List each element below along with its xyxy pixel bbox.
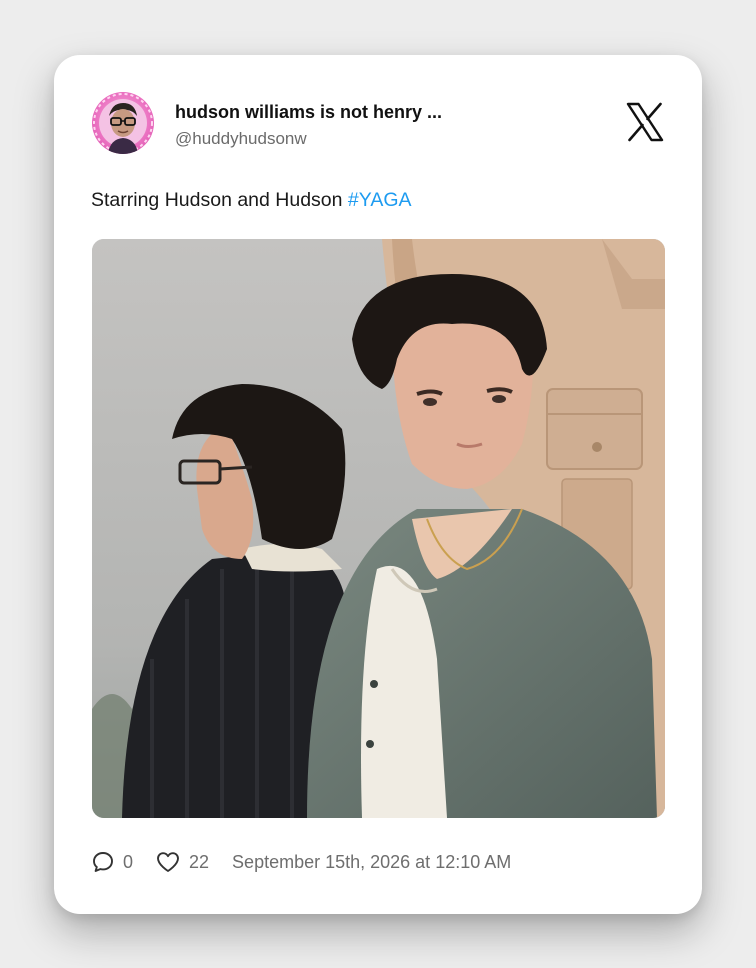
author-name[interactable]: hudson williams is not henry ... (175, 102, 442, 123)
avatar[interactable] (92, 92, 154, 154)
like-count: 22 (189, 851, 210, 872)
tweet-footer: 0 22 September 15th, 2026 at 12:10 AM (91, 850, 511, 874)
like-stat[interactable]: 22 (155, 850, 209, 874)
reply-stat[interactable]: 0 (91, 850, 133, 874)
reply-count: 0 (123, 851, 134, 872)
speech-bubble-icon (91, 850, 115, 874)
timestamp[interactable]: September 15th, 2026 at 12:10 AM (232, 852, 511, 873)
tweet-text: Starring Hudson and Hudson #YAGA (91, 189, 412, 212)
author-handle[interactable]: @huddyhudsonw (175, 129, 307, 149)
tweet-photo[interactable] (92, 239, 665, 818)
heart-icon (155, 850, 181, 874)
photo-illustration (92, 239, 665, 818)
hashtag-link[interactable]: #YAGA (348, 189, 412, 211)
x-logo-icon[interactable] (624, 101, 666, 143)
tweet-body: Starring Hudson and Hudson (91, 189, 348, 211)
avatar-portrait (93, 93, 153, 154)
tweet-card: hudson williams is not henry ... @huddyh… (54, 55, 702, 914)
